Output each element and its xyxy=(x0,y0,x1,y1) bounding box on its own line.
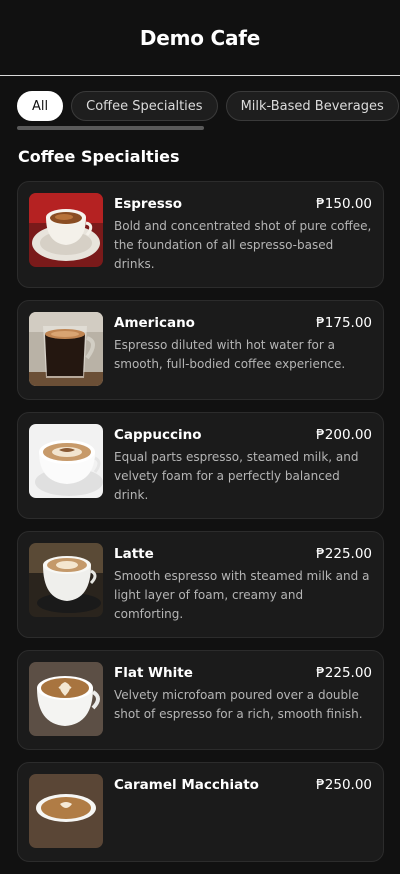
item-name: Latte xyxy=(114,546,154,562)
item-price: ₱150.00 xyxy=(316,196,372,212)
item-price: ₱175.00 xyxy=(316,315,372,331)
item-description: Equal parts espresso, steamed milk, and … xyxy=(114,450,359,502)
item-price: ₱225.00 xyxy=(316,546,372,562)
menu-item-card[interactable]: Cappuccino ₱200.00 Equal parts espresso,… xyxy=(17,412,384,519)
section-title: Coffee Specialties xyxy=(18,147,180,166)
menu-item-card[interactable]: Flat White ₱225.00 Velvety microfoam pou… xyxy=(17,650,384,750)
flat-white-image xyxy=(29,662,103,736)
item-name: Americano xyxy=(114,315,195,331)
filter-scrollbar[interactable] xyxy=(17,126,204,130)
item-price: ₱250.00 xyxy=(316,777,372,793)
menu-item-card[interactable]: Espresso ₱150.00 Bold and concentrated s… xyxy=(17,181,384,288)
menu-item-card[interactable]: Americano ₱175.00 Espresso diluted with … xyxy=(17,300,384,400)
item-description: Espresso diluted with hot water for a sm… xyxy=(114,338,346,371)
item-price: ₱225.00 xyxy=(316,665,372,681)
espresso-image xyxy=(29,193,103,267)
menu-item-card[interactable]: Latte ₱225.00 Smooth espresso with steam… xyxy=(17,531,384,638)
item-description: Smooth espresso with steamed milk and a … xyxy=(114,569,370,621)
category-filter-bar: All Coffee Specialties Milk-Based Bevera… xyxy=(17,91,400,123)
app-header: Demo Cafe xyxy=(0,0,400,76)
caramel-macchiato-image xyxy=(29,774,103,848)
page-title: Demo Cafe xyxy=(139,25,261,50)
item-name: Cappuccino xyxy=(114,427,202,443)
item-name: Espresso xyxy=(114,196,183,212)
menu-list: Espresso ₱150.00 Bold and concentrated s… xyxy=(17,181,384,874)
item-price: ₱200.00 xyxy=(316,427,372,443)
cappuccino-image xyxy=(29,424,103,498)
filter-chip-all[interactable]: All xyxy=(17,91,64,121)
filter-chip-milk-based-beverages[interactable]: Milk-Based Beverages xyxy=(225,91,399,121)
menu-item-card[interactable]: Caramel Macchiato ₱250.00 xyxy=(17,762,384,862)
filter-chip-coffee-specialties[interactable]: Coffee Specialties xyxy=(71,91,218,121)
americano-image xyxy=(29,312,103,386)
item-description: Velvety microfoam poured over a double s… xyxy=(114,688,363,721)
item-description: Bold and concentrated shot of pure coffe… xyxy=(114,219,372,271)
item-name: Caramel Macchiato xyxy=(114,777,259,793)
latte-image xyxy=(29,543,103,617)
item-name: Flat White xyxy=(114,665,193,681)
